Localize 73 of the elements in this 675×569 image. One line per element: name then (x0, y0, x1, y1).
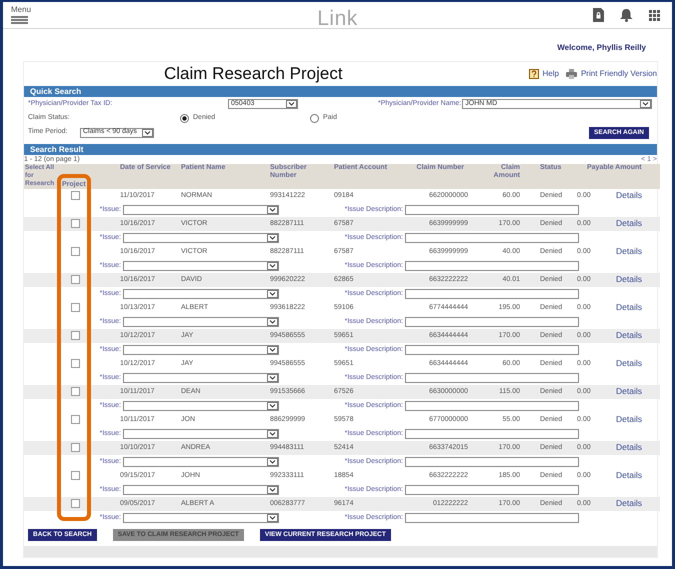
issue-dropdown[interactable] (123, 289, 279, 299)
checkbox[interactable] (70, 330, 80, 340)
details-link[interactable]: Details (616, 190, 642, 200)
checkbox[interactable] (70, 246, 80, 256)
section-header: Search Result (24, 144, 657, 155)
chevron-down-icon[interactable] (267, 486, 278, 494)
chevron-down-icon[interactable] (267, 318, 278, 326)
bell-icon[interactable] (620, 8, 633, 22)
checkbox[interactable] (70, 442, 80, 452)
issue-description-field[interactable] (405, 429, 579, 439)
details-link[interactable]: Details (616, 358, 642, 368)
checkbox[interactable] (70, 302, 80, 312)
issue-description-field[interactable] (405, 205, 579, 215)
chevron-down-icon[interactable] (267, 234, 278, 242)
issue-dropdown[interactable] (123, 261, 279, 271)
help-icon[interactable] (528, 69, 539, 79)
issue-description-field[interactable] (405, 345, 579, 355)
issue-description-field[interactable] (405, 289, 579, 299)
issue-description-field[interactable] (405, 485, 579, 495)
details-link[interactable]: Details (616, 470, 642, 480)
issue-dropdown[interactable] (123, 345, 279, 355)
radio-button[interactable] (180, 114, 189, 122)
help-link[interactable]: Help (542, 68, 559, 80)
chevron-down-icon[interactable] (267, 514, 278, 522)
issue-dropdown[interactable] (123, 205, 279, 215)
checkbox[interactable] (70, 386, 80, 396)
checkbox[interactable] (70, 218, 80, 228)
issue-dropdown[interactable] (123, 233, 279, 243)
chevron-down-icon[interactable] (267, 290, 278, 298)
printer-icon[interactable] (566, 69, 577, 79)
issue-description-field[interactable] (405, 457, 579, 467)
chevron-down-icon[interactable] (267, 458, 278, 466)
page-title: Claim Research Project (164, 63, 343, 86)
print-friendly-link[interactable]: Print Friendly Version (580, 68, 657, 80)
logo: Link (317, 6, 358, 32)
issue-dropdown[interactable] (123, 485, 279, 495)
checkbox[interactable] (70, 274, 80, 284)
chevron-down-icon[interactable] (267, 402, 278, 410)
issue-dropdown[interactable] (123, 401, 279, 411)
checkbox[interactable] (70, 414, 80, 424)
issue-description-field[interactable] (405, 261, 579, 271)
issue-description-field[interactable] (405, 317, 579, 327)
chevron-down-icon[interactable] (640, 100, 652, 108)
chevron-down-icon[interactable] (267, 206, 278, 214)
checkbox[interactable] (70, 358, 80, 368)
issue-dropdown[interactable] (123, 317, 279, 327)
issue-dropdown[interactable] (123, 429, 279, 439)
details-link[interactable]: Details (616, 246, 642, 256)
issue-dropdown[interactable] (123, 457, 279, 467)
chevron-down-icon[interactable] (267, 374, 278, 382)
checkbox[interactable] (70, 470, 80, 480)
issue-description-field[interactable] (405, 401, 579, 411)
issue-dropdown[interactable] (123, 373, 279, 383)
menu-button[interactable]: Menu (11, 6, 32, 24)
apps-grid-icon[interactable] (649, 10, 660, 20)
radio-button[interactable] (310, 114, 319, 122)
section-header: Quick Search (24, 86, 657, 97)
chevron-down-icon[interactable] (267, 262, 278, 270)
checkbox[interactable] (70, 190, 80, 200)
locked-document-icon[interactable] (593, 8, 604, 22)
issue-dropdown[interactable] (123, 513, 279, 523)
hamburger-icon[interactable] (11, 15, 28, 24)
issue-description-field[interactable] (405, 373, 579, 383)
welcome-text: Welcome, Phyllis Reilly (556, 42, 647, 54)
issue-description-field[interactable] (405, 233, 579, 243)
details-link[interactable]: Details (616, 414, 642, 424)
chevron-down-icon[interactable] (267, 346, 278, 354)
chevron-down-icon[interactable] (286, 100, 297, 108)
details-link[interactable]: Details (616, 302, 642, 312)
checkbox[interactable] (70, 498, 80, 508)
chevron-down-icon[interactable] (142, 128, 153, 136)
chevron-down-icon[interactable] (267, 430, 278, 438)
issue-description-field[interactable] (405, 513, 579, 523)
